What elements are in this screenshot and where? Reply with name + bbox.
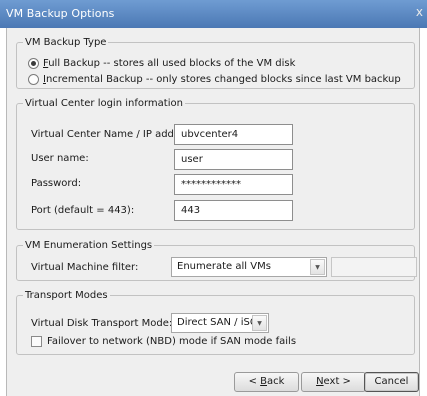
transport-mode-dropdown[interactable]: Direct SAN / iSCSI ▼ xyxy=(171,313,269,333)
vm-enumeration-legend: VM Enumeration Settings xyxy=(25,240,153,251)
failover-checkbox[interactable] xyxy=(31,336,42,347)
username-label: User name: xyxy=(31,153,89,164)
transport-mode-label: Virtual Disk Transport Mode: xyxy=(31,318,173,329)
vm-filter-dropdown[interactable]: Enumerate all VMs ▼ xyxy=(171,257,327,277)
title-bar[interactable]: VM Backup Options x xyxy=(0,0,427,28)
chevron-down-icon[interactable]: ▼ xyxy=(252,315,267,331)
port-label: Port (default = 443): xyxy=(31,205,135,216)
vcenter-name-field[interactable] xyxy=(174,124,293,145)
close-icon[interactable]: x xyxy=(416,5,423,19)
username-field[interactable] xyxy=(174,149,293,170)
failover-label[interactable]: Failover to network (NBD) mode if SAN mo… xyxy=(47,336,296,347)
incremental-backup-radio[interactable] xyxy=(28,74,39,85)
window-title: VM Backup Options xyxy=(6,7,115,20)
vm-filter-value: Enumerate all VMs xyxy=(177,261,271,272)
vcenter-login-legend: Virtual Center login information xyxy=(25,98,183,109)
vm-filter-extra-field xyxy=(331,257,417,277)
dialog-body: VM Backup Type Full Backup -- stores all… xyxy=(6,28,420,396)
transport-modes-legend: Transport Modes xyxy=(25,290,108,301)
vcenter-name-label: Virtual Center Name / IP address: xyxy=(31,129,198,140)
port-field[interactable] xyxy=(174,200,293,221)
password-label: Password: xyxy=(31,178,82,189)
cancel-button[interactable]: Cancel xyxy=(364,372,419,392)
vm-filter-label: Virtual Machine filter: xyxy=(31,262,139,273)
backup-type-legend: VM Backup Type xyxy=(25,37,107,48)
vm-backup-options-dialog: VM Backup Options x VM Backup Type Full … xyxy=(0,0,427,396)
full-backup-label[interactable]: Full Backup -- stores all used blocks of… xyxy=(43,58,295,69)
full-backup-radio[interactable] xyxy=(28,58,39,69)
next-button[interactable]: Next > xyxy=(301,372,366,392)
password-field[interactable] xyxy=(174,174,293,195)
back-button[interactable]: < Back xyxy=(234,372,299,392)
chevron-down-icon[interactable]: ▼ xyxy=(310,259,325,275)
incremental-backup-label[interactable]: Incremental Backup -- only stores change… xyxy=(43,74,401,85)
